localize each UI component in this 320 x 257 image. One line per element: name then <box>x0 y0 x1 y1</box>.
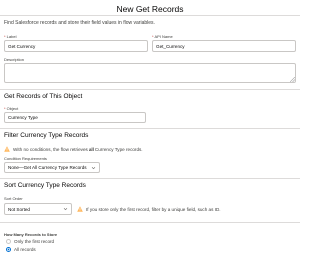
object-label: * Object <box>4 106 19 111</box>
modal-description: Find Salesforce records and store their … <box>4 20 155 26</box>
sort-section-title: Sort Currency Type Records <box>4 182 86 189</box>
object-section-title: Get Records of This Object <box>4 93 83 100</box>
object-field[interactable]: Currency Type <box>4 112 146 123</box>
radio-button[interactable] <box>6 239 11 244</box>
description-label: Description <box>4 57 25 62</box>
filter-warning: With no conditions, the flow retrieves a… <box>4 146 143 152</box>
section-divider <box>0 128 300 129</box>
api-name-label: * API Name <box>152 34 173 39</box>
radio-all-records[interactable]: All records <box>6 247 36 252</box>
label-field-label: * Label <box>4 34 17 39</box>
modal-title: New Get Records <box>116 4 184 14</box>
header-divider <box>0 15 300 16</box>
condition-label: Condition Requirements <box>4 156 47 161</box>
section-divider <box>0 222 300 223</box>
filter-section-title: Filter Currency Type Records <box>4 132 89 139</box>
section-divider <box>0 89 300 90</box>
chevron-down-icon <box>91 166 96 169</box>
resize-handle-icon[interactable] <box>290 77 295 82</box>
store-section-title: How Many Records to Store <box>4 232 58 237</box>
description-field[interactable] <box>4 63 296 83</box>
sort-hint: If you store only the first record, filt… <box>77 206 221 212</box>
api-name-field[interactable]: Get_Currency <box>152 40 296 52</box>
radio-button-selected[interactable] <box>6 247 11 252</box>
warning-icon <box>4 146 10 152</box>
sort-order-select[interactable]: Not Sorted <box>4 203 72 215</box>
label-field[interactable]: Get Currency <box>4 40 148 52</box>
warning-icon <box>77 206 83 212</box>
sort-order-label: Sort Order <box>4 196 23 201</box>
radio-only-first[interactable]: Only the first record <box>6 239 54 244</box>
chevron-down-icon <box>63 208 68 211</box>
condition-select[interactable]: None—Get All Currency Type Records <box>4 162 100 173</box>
section-divider <box>0 178 300 179</box>
